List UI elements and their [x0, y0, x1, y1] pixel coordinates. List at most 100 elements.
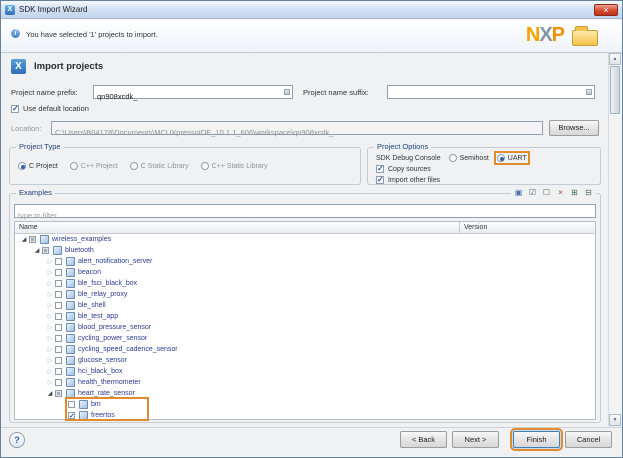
clear-selection-icon[interactable]: × [555, 187, 566, 198]
tree-item-label: ble_relay_proxy [78, 291, 127, 298]
tree-row-bm[interactable]: bm [15, 399, 595, 410]
expand-icon[interactable]: ▷ [45, 258, 55, 265]
checkbox-import-other-files[interactable]: Import other files [376, 176, 440, 184]
tree-row-hci-black-box[interactable]: ▷hci_black_box [15, 366, 595, 377]
tree-checkbox-partial[interactable] [55, 390, 62, 397]
tree-checkbox-partial[interactable] [42, 247, 49, 254]
project-example-icon [66, 268, 75, 277]
tree-item-label: wireless_examples [52, 236, 111, 243]
tree-checkbox-unchecked[interactable] [55, 269, 62, 276]
expand-icon[interactable]: ▷ [45, 269, 55, 276]
tree-item-label: beacon [78, 269, 101, 276]
expand-icon[interactable]: ▷ [45, 357, 55, 364]
tree-row-ble-test-app[interactable]: ▷ble_test_app [15, 311, 595, 322]
tree-row-beacon[interactable]: ▷ beacon [15, 267, 595, 278]
expand-icon[interactable]: ▷ [45, 379, 55, 386]
tree-checkbox-unchecked[interactable] [55, 313, 62, 320]
tree-row-health-thermometer[interactable]: ▷ health_thermometer [15, 377, 595, 388]
filter-input[interactable] [15, 210, 595, 222]
tree-row-ble-relay-proxy[interactable]: ▷ ble_relay_proxy [15, 289, 595, 300]
use-default-location-option[interactable]: Use default location [11, 104, 89, 113]
tree-row-freertos[interactable]: freertos [15, 410, 595, 421]
tree-item-label: ble_shell [78, 302, 106, 309]
radio-uart[interactable]: UART [497, 154, 527, 162]
collapse-all-icon[interactable]: ⊟ [583, 187, 594, 198]
project-example-icon [79, 411, 88, 420]
project-name-suffix-input[interactable] [388, 91, 594, 103]
column-header-version[interactable]: Version [459, 222, 487, 234]
collapse-icon[interactable]: ◢ [45, 390, 55, 397]
project-name-prefix-input[interactable] [94, 91, 292, 103]
tree-checkbox-unchecked[interactable] [55, 324, 62, 331]
use-default-location-checkbox[interactable] [11, 105, 19, 113]
vertical-scrollbar[interactable]: ▲ ▼ [608, 53, 621, 426]
debug-console-options: Semihost UART [449, 154, 527, 162]
radio-c-static-library[interactable]: C Static Library [130, 162, 189, 170]
collapse-icon[interactable]: ◢ [19, 236, 29, 243]
scrollbar-thumb[interactable] [610, 66, 620, 114]
help-button[interactable]: ? [9, 432, 25, 448]
tree-row-glucose-sensor[interactable]: ▷glucose_sensor [15, 355, 595, 366]
tree-checkbox-unchecked[interactable] [68, 401, 75, 408]
expand-icon[interactable]: ▷ [45, 302, 55, 309]
tree-checkbox-unchecked[interactable] [55, 291, 62, 298]
next-button[interactable]: Next > [452, 431, 499, 448]
tree-row-ble-fsci-black-box[interactable]: ▷ble_fsci_black_box [15, 278, 595, 289]
tree-row-alert-notification-server[interactable]: ▷alert_notification_server [15, 256, 595, 267]
import-archive-icon[interactable]: ▣ [513, 187, 524, 198]
expand-icon[interactable]: ▷ [45, 335, 55, 342]
tree-item-label: health_thermometer [78, 379, 141, 386]
expand-icon[interactable]: ▷ [45, 368, 55, 375]
tree-checkbox-unchecked[interactable] [55, 368, 62, 375]
select-all-icon[interactable]: ☑ [527, 187, 538, 198]
radio-c-project[interactable]: C Project [18, 162, 58, 170]
tree-row-ble-shell[interactable]: ▷ ble_shell [15, 300, 595, 311]
tree-row-cycling-speed-cadence-sensor[interactable]: ▷cycling_speed_cadence_sensor [15, 344, 595, 355]
back-button[interactable]: < Back [400, 431, 447, 448]
tree-row-bluetooth[interactable]: ◢ bluetooth [15, 245, 595, 256]
debug-console-row: SDK Debug Console SemihostUART [376, 154, 527, 162]
tree-checkbox-unchecked[interactable] [55, 280, 62, 287]
tree-item-label: bluetooth [65, 247, 94, 254]
tree-checkbox-checked[interactable] [68, 412, 75, 419]
project-name-suffix-fieldwrap [387, 85, 595, 99]
tree-checkbox-unchecked[interactable] [55, 302, 62, 309]
radio-label: C++ Static Library [212, 163, 268, 170]
cancel-button[interactable]: Cancel [565, 431, 612, 448]
finish-button[interactable]: Finish [513, 431, 560, 448]
tree-row-cycling-power-sensor[interactable]: ▷cycling_power_sensor [15, 333, 595, 344]
collapse-icon[interactable]: ◢ [32, 247, 42, 254]
tree-checkbox-unchecked[interactable] [55, 346, 62, 353]
nxp-letter-n: N [526, 24, 539, 46]
expand-icon[interactable]: ▷ [45, 324, 55, 331]
close-button[interactable]: × [594, 4, 618, 16]
scroll-down-button[interactable]: ▼ [609, 414, 621, 426]
expand-icon[interactable]: ▷ [45, 291, 55, 298]
project-type-group-title: Project Type [16, 142, 64, 151]
tree-row-blood-pressure-sensor[interactable]: ▷blood_pressure_sensor [15, 322, 595, 333]
tree-row-wireless-examples[interactable]: ◢ wireless_examples [15, 234, 595, 245]
checkbox-copy-sources[interactable]: Copy sources [376, 165, 440, 173]
checkbox-label: Copy sources [388, 166, 431, 173]
checkbox-icon [376, 165, 384, 173]
expand-all-icon[interactable]: ⊞ [569, 187, 580, 198]
tree-checkbox-partial[interactable] [29, 236, 36, 243]
tree-row-heart-rate-sensor[interactable]: ◢heart_rate_sensor [15, 388, 595, 399]
browse-button[interactable]: Browse... [549, 120, 599, 136]
expand-icon[interactable]: ▷ [45, 313, 55, 320]
radio-c-static-library[interactable]: C++ Static Library [201, 162, 268, 170]
scroll-up-button[interactable]: ▲ [609, 53, 621, 65]
title-bar[interactable]: X SDK Import Wizard × [1, 1, 622, 19]
deselect-all-icon[interactable]: ☐ [541, 187, 552, 198]
radio-semihost[interactable]: Semihost [449, 154, 489, 162]
column-header-name[interactable]: Name [19, 222, 38, 234]
radio-c-project[interactable]: C++ Project [70, 162, 118, 170]
expand-icon[interactable]: ▷ [45, 346, 55, 353]
tree-checkbox-unchecked[interactable] [55, 335, 62, 342]
tree-checkbox-unchecked[interactable] [55, 357, 62, 364]
project-example-icon [53, 246, 62, 255]
project-example-icon [66, 356, 75, 365]
expand-icon[interactable]: ▷ [45, 280, 55, 287]
tree-checkbox-unchecked[interactable] [55, 258, 62, 265]
tree-checkbox-unchecked[interactable] [55, 379, 62, 386]
